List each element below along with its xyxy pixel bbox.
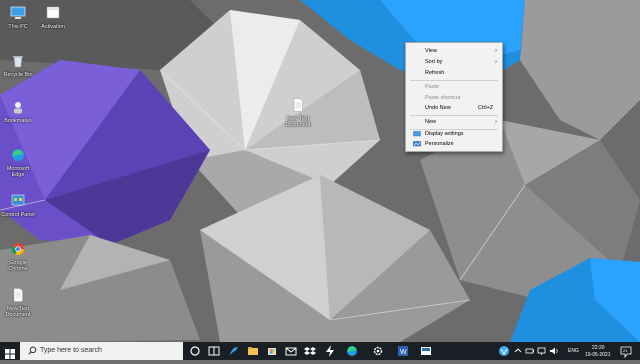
desktop-icon-label: New Text Document xyxy=(5,306,31,318)
desktop-icon-label: Google Chrome xyxy=(8,260,28,272)
taskbar-search-box[interactable]: Type here to search xyxy=(20,342,183,360)
start-button[interactable] xyxy=(5,346,15,359)
volume-icon[interactable] xyxy=(549,344,559,358)
chevron-right-icon: › xyxy=(495,119,497,125)
menu-item-display-settings[interactable]: Display settings xyxy=(406,129,502,139)
desktop-icon-label: New Text Document xyxy=(285,116,311,128)
task-view-icon[interactable] xyxy=(207,344,221,358)
desktop-icon-label: Bookmarks xyxy=(4,118,32,124)
edge-taskbar-icon[interactable] xyxy=(345,344,359,358)
svg-text:W: W xyxy=(400,349,407,356)
menu-separator xyxy=(410,80,498,81)
recycle-bin-icon xyxy=(13,56,23,68)
desktop-context-menu: View › Sort by › Refresh Paste Paste sho… xyxy=(405,42,503,152)
clock-time: 22:20 xyxy=(592,345,605,351)
desktop-icon-new-text-document[interactable]: New Text Document xyxy=(1,288,35,318)
chevron-right-icon: › xyxy=(495,48,497,54)
text-document-icon xyxy=(293,98,303,112)
edge-icon xyxy=(12,149,24,161)
action-center-button[interactable]: 21 xyxy=(620,345,634,359)
desktop-icon-this-pc[interactable]: This PC xyxy=(1,6,35,30)
clock[interactable]: 22:20 19-05-2021 xyxy=(584,343,616,359)
this-pc-icon xyxy=(10,6,26,19)
desktop-icon-control-panel[interactable]: Control Panel xyxy=(1,194,35,218)
search-icon xyxy=(28,346,37,355)
menu-item-paste-shortcut: Paste shortcut xyxy=(425,95,461,101)
chrome-icon xyxy=(11,243,25,256)
desktop-icon-recycle-bin[interactable]: Recycle Bin xyxy=(1,54,35,78)
desktop-icon-new-text-document-2[interactable]: New Text Document xyxy=(281,98,315,128)
chevron-right-icon: › xyxy=(495,59,497,65)
desktop-icon-edge[interactable]: Microsoft Edge xyxy=(1,148,35,178)
store-icon[interactable] xyxy=(265,344,279,358)
cortana-icon[interactable] xyxy=(188,344,202,358)
lightning-app-icon[interactable] xyxy=(323,344,337,358)
dropbox-icon[interactable] xyxy=(303,344,317,358)
menu-item-paste: Paste xyxy=(425,84,440,90)
desktop-icon-label: Recycle Bin xyxy=(3,72,33,78)
display-icon xyxy=(413,131,421,137)
menu-item-personalize[interactable]: Personalize xyxy=(406,139,502,149)
menu-item-undo-new[interactable]: Undo New Ctrl+Z xyxy=(406,103,502,113)
menu-item-sort-by[interactable]: Sort by › xyxy=(406,57,502,67)
windows-logo-icon xyxy=(5,349,15,359)
language-indicator[interactable]: ENG xyxy=(568,348,579,354)
desktop-wallpaper xyxy=(0,0,640,342)
browser-app-icon[interactable] xyxy=(227,344,241,358)
clock-date: 19-05-2021 xyxy=(585,352,611,358)
battery-icon[interactable] xyxy=(525,344,535,358)
show-hidden-icons-icon[interactable] xyxy=(513,344,523,358)
personalize-icon xyxy=(413,141,421,147)
menu-shortcut: Ctrl+Z xyxy=(478,105,494,111)
text-document-icon xyxy=(13,288,23,302)
network-icon[interactable] xyxy=(537,344,547,358)
notification-count: 21 xyxy=(623,348,628,353)
control-panel-icon xyxy=(11,194,25,206)
settings-gear-icon[interactable] xyxy=(371,344,385,358)
desktop-icon-label: Activation xyxy=(41,24,65,30)
desktop-icon-label: Control Panel xyxy=(1,212,35,218)
menu-item-view[interactable]: View › xyxy=(406,46,502,56)
desktop-icon-activation[interactable]: Activation xyxy=(36,6,70,30)
search-placeholder: Type here to search xyxy=(40,347,102,354)
desktop-icon-label: This PC xyxy=(8,24,28,30)
taskbar: Type here to search W ENG 22:20 19-05-20… xyxy=(0,342,640,360)
desktop-icon-bookmarks[interactable]: Bookmarks xyxy=(1,100,35,124)
word-icon[interactable]: W xyxy=(396,344,410,358)
tray-app-icon[interactable] xyxy=(497,344,511,358)
app-icon[interactable] xyxy=(419,344,433,358)
desktop-icon-chrome[interactable]: Google Chrome xyxy=(1,242,35,272)
activation-icon xyxy=(46,6,60,19)
bookmarks-icon xyxy=(14,102,22,114)
menu-item-refresh[interactable]: Refresh xyxy=(406,68,502,78)
file-explorer-icon[interactable] xyxy=(246,344,260,358)
desktop-icon-label: Microsoft Edge xyxy=(6,166,30,178)
mail-icon[interactable] xyxy=(284,344,298,358)
menu-separator xyxy=(410,115,498,116)
umbrella-wallpaper-image xyxy=(0,0,640,342)
menu-item-new[interactable]: New › xyxy=(406,117,502,127)
